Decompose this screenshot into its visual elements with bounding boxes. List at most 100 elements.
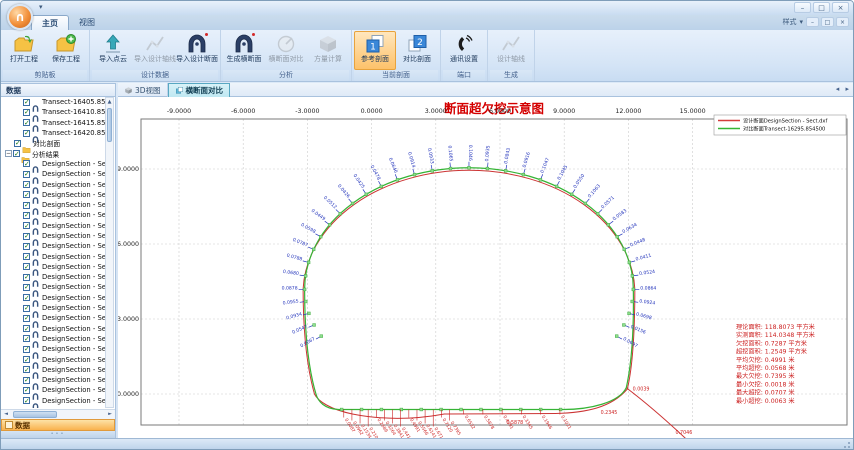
x-tick-label: -3.0000 (295, 108, 319, 115)
tree-item-section[interactable]: DesignSection - Sect (1, 221, 105, 231)
checkbox-icon[interactable] (23, 212, 30, 219)
checkbox-icon[interactable] (23, 233, 30, 240)
ribbon-button-1-group-6[interactable]: 设计轴线 (490, 31, 532, 70)
tree-item-section[interactable]: DesignSection - Sect (1, 282, 105, 292)
checkbox-icon[interactable] (23, 366, 30, 373)
scroll-up-icon[interactable]: ▲ (106, 98, 113, 107)
ribbon-button-3-group-3[interactable]: 方量计算 (307, 31, 349, 70)
tree-item-section[interactable]: DesignSection - Sect (1, 241, 105, 251)
tree-item-transect[interactable]: Transect-16420.85 (1, 128, 105, 138)
checkbox-icon[interactable] (23, 253, 30, 260)
tree-item-section[interactable]: DesignSection - Sect (1, 159, 105, 169)
tree-item-section[interactable]: DesignSection - Sect (1, 272, 105, 282)
ribbon-button-2-group-2[interactable]: 导入设计轴线 (134, 31, 176, 70)
tree-item-section[interactable]: DesignSection - Sect (1, 313, 105, 323)
tree-item-section[interactable]: DesignSection - Sect (1, 365, 105, 375)
ribbon-button-2-group-4[interactable]: 2对比剖面 (396, 31, 438, 70)
checkbox-icon[interactable] (23, 109, 30, 116)
ribbon-button-1-group-4[interactable]: 1参考剖面 (354, 31, 396, 70)
tree-item-section[interactable]: DesignSection - Sect (1, 210, 105, 220)
checkbox-icon[interactable] (23, 335, 30, 342)
data-panel-button[interactable]: 数据 (1, 419, 115, 431)
ribbon-button-1-group-2[interactable]: 导入点云 (92, 31, 134, 70)
tree-item-section[interactable]: DesignSection - Sect (1, 200, 105, 210)
tab-view[interactable]: 视图 (69, 15, 105, 30)
doc-tab-section-compare[interactable]: 横断面对比 (168, 83, 231, 97)
panel-grip[interactable]: ••• (1, 431, 115, 438)
child-minimize-button[interactable]: – (806, 17, 819, 27)
checkbox-icon[interactable] (23, 305, 30, 312)
checkbox-icon[interactable] (23, 181, 30, 188)
style-label[interactable]: 样式 (782, 17, 796, 27)
tree-item-transect[interactable]: Transect-16410.85 (1, 107, 105, 117)
tree-horizontal-scrollbar[interactable]: ◄ ► (1, 409, 115, 419)
collapse-icon[interactable]: − (5, 150, 12, 157)
app-orb-button[interactable]: ∩ (7, 4, 33, 30)
ribbon-button-1-group-5[interactable]: 通讯设置 (443, 31, 485, 70)
tree-item-section[interactable]: DesignSection - Sect (1, 354, 105, 364)
ribbon-button-3-group-2[interactable]: 导入设计断面 (176, 31, 218, 70)
checkbox-icon[interactable] (23, 119, 30, 126)
tree-item-section[interactable]: DesignSection - Sect (1, 385, 105, 395)
doc-tab-3d-view[interactable]: 3D视图 (118, 83, 168, 97)
tree-item-transect[interactable]: Transect-16405.85 (1, 97, 105, 107)
scroll-right-icon[interactable]: ► (105, 410, 115, 419)
child-maximize-button[interactable]: □ (821, 17, 834, 27)
checkbox-icon[interactable] (23, 346, 30, 353)
checkbox-icon[interactable] (13, 150, 20, 157)
tree-item-section[interactable]: DesignSection - Sect (1, 262, 105, 272)
checkbox-icon[interactable] (23, 325, 30, 332)
checkbox-icon[interactable] (23, 191, 30, 198)
checkbox-icon[interactable] (23, 243, 30, 250)
maximize-button[interactable]: □ (813, 2, 830, 13)
tree-item-section[interactable]: DesignSection - Sect (1, 375, 105, 385)
checkbox-icon[interactable] (23, 284, 30, 291)
scroll-left-icon[interactable]: ◄ (1, 410, 11, 419)
tree-item-section[interactable]: DesignSection - Sect (1, 324, 105, 334)
checkbox-icon[interactable] (23, 263, 30, 270)
ribbon-button-2-group-1[interactable]: 保存工程 (45, 31, 87, 70)
checkbox-icon[interactable] (23, 202, 30, 209)
tree-item-section[interactable]: DesignSection - Sect (1, 396, 105, 406)
tree-item-transect[interactable]: Transect-16415.85 (1, 118, 105, 128)
tree-item-section[interactable]: DesignSection - Sect (1, 179, 105, 189)
tree-item-section[interactable]: DesignSection - Sect (1, 344, 105, 354)
checkbox-icon[interactable] (23, 130, 30, 137)
child-close-button[interactable]: × (836, 17, 849, 27)
resize-grip-icon[interactable] (842, 440, 851, 449)
tree-item-section[interactable]: DesignSection - Sect (1, 293, 105, 303)
tree-item-section[interactable]: DesignSection - Sect (1, 190, 105, 200)
tree-item-section[interactable]: DesignSection - Sect (1, 169, 105, 179)
ribbon-button-1-group-3[interactable]: 生成横断面 (223, 31, 265, 70)
checkbox-icon[interactable] (23, 160, 30, 167)
checkbox-icon[interactable] (23, 377, 30, 384)
section-compare-canvas[interactable]: 断面超欠挖示意图 -9.0000-6.0000-3.00000.00003.00… (118, 97, 853, 438)
close-button[interactable]: × (832, 2, 849, 13)
doc-tab-nav-arrows[interactable]: ◂ ▸ (836, 85, 851, 93)
checkbox-icon[interactable] (23, 397, 30, 404)
style-caret-icon[interactable]: ▾ (799, 18, 803, 26)
checkbox-icon[interactable] (23, 274, 30, 281)
tree-vertical-scrollbar[interactable]: ▲ (105, 97, 114, 408)
tree-item-section[interactable]: DesignSection - Sect (1, 251, 105, 261)
scroll-thumb[interactable] (13, 411, 57, 418)
tree-item-section[interactable]: DesignSection - Sect (1, 231, 105, 241)
tree-item-section[interactable]: DesignSection - Sect (1, 303, 105, 313)
tab-home[interactable]: 主页 (31, 15, 69, 30)
checkbox-icon[interactable] (23, 171, 30, 178)
checkbox-icon[interactable] (23, 387, 30, 394)
minimize-button[interactable]: – (794, 2, 811, 13)
ribbon-button-2-group-3[interactable]: 横断面对比 (265, 31, 307, 70)
scroll-thumb[interactable] (107, 108, 112, 142)
tree-item-folder[interactable]: 对比剖面 (1, 138, 105, 148)
checkbox-icon[interactable] (23, 294, 30, 301)
tree-item-folder[interactable]: −分析结果 (1, 148, 105, 158)
checkbox-icon[interactable] (23, 222, 30, 229)
checkbox-icon[interactable] (23, 99, 30, 106)
checkbox-icon[interactable] (23, 356, 30, 363)
tree-item-section[interactable]: DesignSection - Sect (1, 334, 105, 344)
checkbox-icon[interactable] (14, 140, 21, 147)
checkbox-icon[interactable] (23, 315, 30, 322)
quick-access-caret-icon[interactable]: ▾ (39, 3, 43, 11)
ribbon-button-1-group-1[interactable]: 打开工程 (3, 31, 45, 70)
